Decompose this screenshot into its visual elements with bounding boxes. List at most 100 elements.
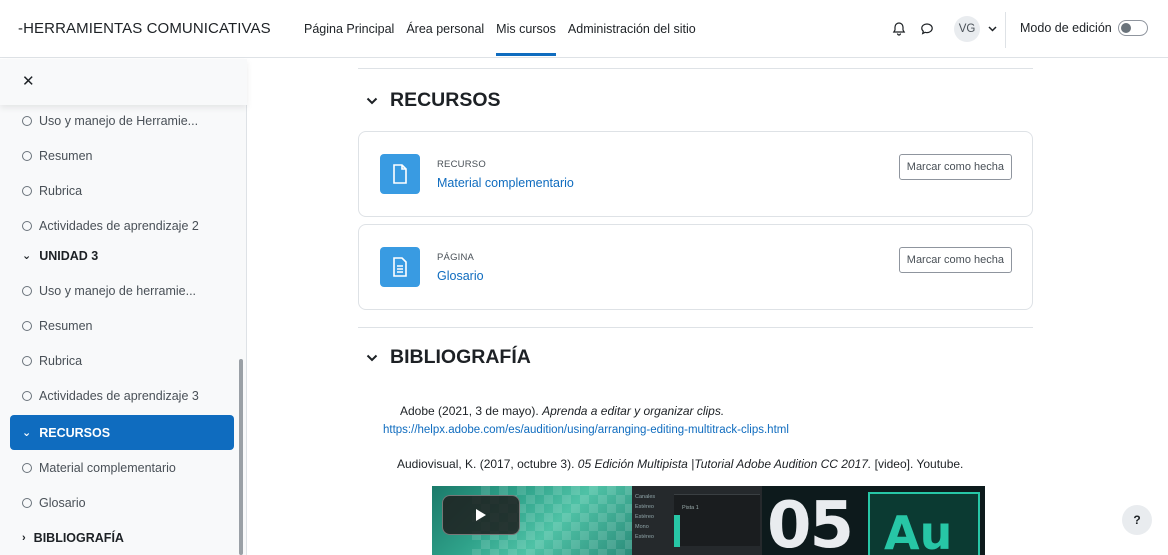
section-label: UNIDAD 3 bbox=[39, 248, 99, 263]
activity-link[interactable]: Material complementario bbox=[437, 176, 574, 190]
course-index-item[interactable]: Resumen bbox=[10, 138, 234, 173]
channel-label: Estéreo bbox=[635, 534, 654, 540]
help-button[interactable]: ? bbox=[1122, 505, 1152, 535]
course-index-item[interactable]: Material complementario bbox=[10, 450, 234, 485]
item-label: Glosario bbox=[39, 495, 86, 510]
circle-icon bbox=[22, 185, 32, 196]
play-icon[interactable] bbox=[442, 495, 520, 535]
bell-icon[interactable] bbox=[888, 18, 910, 40]
edit-mode-switch[interactable]: Modo de edición bbox=[1020, 20, 1148, 36]
channel-label: Estéreo bbox=[635, 514, 654, 520]
channel-label: Estéreo bbox=[635, 504, 654, 510]
course-index-item[interactable]: Uso y manejo de Herramie... bbox=[10, 103, 234, 138]
reference-tail: [video]. Youtube. bbox=[871, 457, 964, 471]
nav-link-my-courses[interactable]: Mis cursos bbox=[490, 0, 562, 58]
item-label: Uso y manejo de Herramie... bbox=[39, 113, 199, 128]
section-divider bbox=[358, 327, 1033, 328]
item-label: Actividades de aprendizaje 2 bbox=[39, 218, 199, 233]
activity-type-label: PÁGINA bbox=[437, 252, 475, 263]
drawer-scrollbar[interactable] bbox=[239, 359, 243, 555]
chevron-down-icon[interactable] bbox=[366, 93, 378, 108]
activity-link[interactable]: Glosario bbox=[437, 269, 484, 283]
nav-link-dashboard[interactable]: Área personal bbox=[400, 0, 490, 58]
video-track: Pista 1 bbox=[674, 494, 760, 547]
course-index-section-unidad-3[interactable]: ⌄ UNIDAD 3 bbox=[10, 238, 234, 273]
reference-text: Audiovisual, K. (2017, octubre 3). bbox=[397, 457, 578, 471]
course-index-item[interactable]: Rubrica bbox=[10, 173, 234, 208]
course-index-drawer: ✕ Uso y manejo de Herramie... Resumen Ru… bbox=[0, 59, 247, 555]
mark-as-done-button[interactable]: Marcar como hecha bbox=[898, 247, 1012, 273]
embedded-video[interactable]: Canales Estéreo Estéreo Mono Estéreo Pis… bbox=[432, 486, 985, 555]
circle-icon bbox=[22, 355, 32, 366]
circle-icon bbox=[22, 390, 32, 401]
item-label: Material complementario bbox=[39, 460, 176, 475]
chevron-down-icon: ⌄ bbox=[22, 250, 32, 262]
section-title-bibliografia[interactable]: BIBLIOGRAFÍA bbox=[366, 346, 531, 369]
chat-bubble-icon[interactable] bbox=[916, 18, 938, 40]
page-icon[interactable] bbox=[380, 247, 420, 287]
activity-card-glosario: PÁGINA Glosario Marcar como hecha bbox=[358, 224, 1033, 310]
item-label: Uso y manejo de herramie... bbox=[39, 283, 197, 298]
item-label: Resumen bbox=[39, 318, 93, 333]
circle-icon bbox=[22, 497, 32, 508]
course-index-item[interactable]: Actividades de aprendizaje 3 bbox=[10, 378, 234, 413]
course-index-item[interactable]: Resumen bbox=[10, 308, 234, 343]
reference-title: 05 Edición Multipista |Tutorial Adobe Au… bbox=[577, 457, 872, 471]
reference-link[interactable]: https://helpx.adobe.com/es/audition/usin… bbox=[383, 424, 789, 436]
top-navbar: -HERRAMIENTAS COMUNICATIVAS Página Princ… bbox=[0, 0, 1168, 58]
item-label: Rubrica bbox=[39, 353, 83, 368]
chevron-down-icon[interactable] bbox=[366, 350, 378, 365]
circle-icon bbox=[22, 320, 32, 331]
track-label: Pista 1 bbox=[682, 505, 699, 511]
reference-text: Adobe (2021, 3 de mayo). bbox=[400, 404, 543, 418]
track-level-bar bbox=[674, 515, 680, 547]
site-brand[interactable]: -HERRAMIENTAS COMUNICATIVAS bbox=[18, 20, 271, 37]
reference-title: Aprenda a editar y organizar clips. bbox=[542, 404, 725, 418]
edit-mode-toggle[interactable] bbox=[1117, 20, 1148, 36]
user-menu-area: VG bbox=[888, 0, 997, 58]
file-icon[interactable] bbox=[380, 154, 420, 194]
nav-link-site-admin[interactable]: Administración del sitio bbox=[562, 0, 702, 58]
primary-navigation: Página Principal Área personal Mis curso… bbox=[298, 0, 702, 58]
activity-card-material-complementario: RECURSO Material complementario Marcar c… bbox=[358, 131, 1033, 217]
section-heading: RECURSOS bbox=[390, 89, 501, 111]
user-avatar[interactable]: VG bbox=[954, 16, 980, 42]
course-index-section-recursos[interactable]: ⌄ RECURSOS bbox=[10, 415, 234, 450]
drawer-header: ✕ bbox=[0, 59, 247, 105]
nav-link-home[interactable]: Página Principal bbox=[298, 0, 400, 58]
video-episode-number: 05 bbox=[767, 489, 854, 555]
channel-label: Canales bbox=[635, 494, 656, 500]
circle-icon bbox=[22, 462, 32, 473]
navbar-divider bbox=[1005, 12, 1006, 48]
chevron-right-icon: › bbox=[22, 531, 26, 544]
section-label: RECURSOS bbox=[39, 425, 111, 440]
bibliography-entry-audiovisual: Audiovisual, K. (2017, octubre 3). 05 Ed… bbox=[397, 457, 963, 471]
course-index-item[interactable]: Rubrica bbox=[10, 343, 234, 378]
section-label: BIBLIOGRAFÍA bbox=[33, 530, 124, 545]
circle-icon bbox=[22, 220, 32, 231]
chevron-down-icon[interactable] bbox=[988, 24, 997, 34]
mark-as-done-button[interactable]: Marcar como hecha bbox=[898, 154, 1012, 180]
section-heading: BIBLIOGRAFÍA bbox=[390, 346, 531, 368]
channel-label: Mono bbox=[635, 524, 649, 530]
video-channel-list: Canales Estéreo Estéreo Mono Estéreo bbox=[632, 492, 672, 542]
close-icon[interactable]: ✕ bbox=[22, 72, 35, 90]
activity-type-label: RECURSO bbox=[437, 159, 486, 170]
item-label: Rubrica bbox=[39, 183, 83, 198]
bibliography-entry-adobe: Adobe (2021, 3 de mayo). Aprenda a edita… bbox=[400, 404, 724, 418]
section-title-recursos[interactable]: RECURSOS bbox=[366, 89, 501, 112]
course-index-item[interactable]: Glosario bbox=[10, 485, 234, 520]
circle-icon bbox=[22, 150, 32, 161]
item-label: Resumen bbox=[39, 148, 93, 163]
circle-icon bbox=[22, 285, 32, 296]
item-label: Actividades de aprendizaje 3 bbox=[39, 388, 199, 403]
video-editor-panel: Canales Estéreo Estéreo Mono Estéreo Pis… bbox=[632, 486, 762, 555]
logo-text: Au bbox=[884, 506, 953, 555]
audition-logo: Au bbox=[868, 492, 980, 555]
section-divider bbox=[358, 68, 1033, 69]
course-index-section-bibliografia[interactable]: › BIBLIOGRAFÍA bbox=[10, 520, 234, 555]
course-index-item[interactable]: Uso y manejo de herramie... bbox=[10, 273, 234, 308]
edit-mode-label: Modo de edición bbox=[1020, 21, 1112, 35]
circle-icon bbox=[22, 115, 32, 126]
chevron-down-icon: ⌄ bbox=[22, 427, 32, 439]
